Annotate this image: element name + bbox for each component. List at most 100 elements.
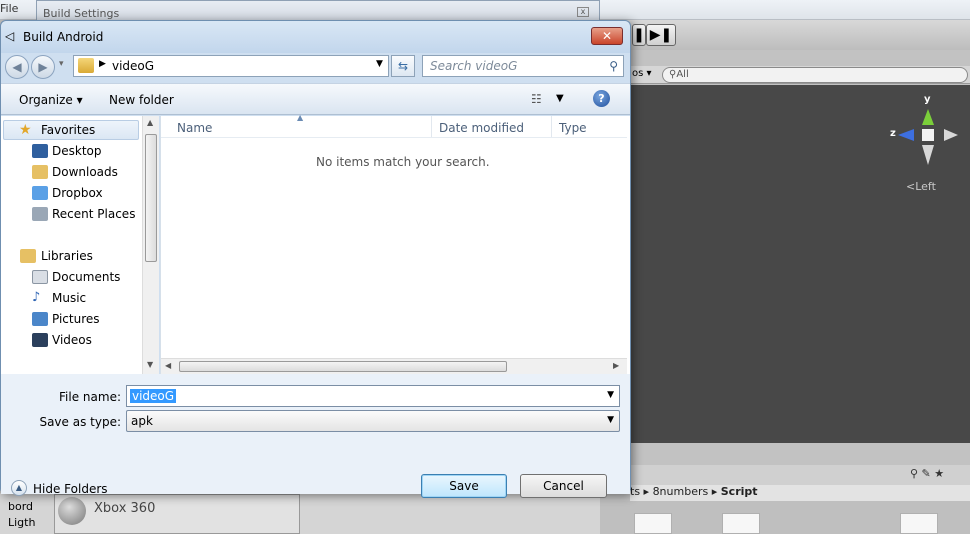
nav-scrollbar[interactable]: ▲ ▼ <box>142 116 159 374</box>
nav-item-pictures[interactable]: Pictures <box>32 309 100 329</box>
chevron-down-icon[interactable]: ▼ <box>556 93 564 104</box>
file-icon[interactable] <box>900 513 938 534</box>
scroll-up-icon[interactable]: ▲ <box>147 118 153 127</box>
view-orientation-label: <Left <box>906 180 936 193</box>
nav-label: Pictures <box>52 312 100 326</box>
libraries-icon <box>20 249 36 263</box>
nav-label: Documents <box>52 270 121 284</box>
nav-label: Libraries <box>41 249 93 263</box>
search-icon: ⚲ <box>609 59 618 73</box>
hide-folders-button[interactable]: Hide Folders <box>33 482 108 496</box>
refresh-icon: ⇆ <box>397 59 409 73</box>
horizontal-scrollbar[interactable]: ◀ ▶ <box>161 358 627 374</box>
nav-libraries[interactable]: Libraries <box>20 246 93 266</box>
search-input[interactable]: Search videoG ⚲ <box>422 55 624 77</box>
sort-arrow-icon: ▲ <box>297 113 304 122</box>
column-divider[interactable] <box>431 116 432 137</box>
breadcrumb-item[interactable]: 8numbers <box>653 485 709 498</box>
unity-toolbar: ❚ ▶❚ <box>600 20 970 50</box>
chevron-down-icon[interactable]: ▼ <box>376 59 383 69</box>
column-divider[interactable] <box>551 116 552 137</box>
gizmo-center-cube[interactable] <box>922 129 934 141</box>
project-breadcrumb: ts ▸ 8numbers ▸ Script <box>630 485 970 501</box>
music-icon: ♪ <box>32 290 41 305</box>
empty-message: No items match your search. <box>316 155 490 169</box>
address-folder[interactable]: videoG <box>112 59 154 73</box>
chevron-down-icon[interactable]: ▼ <box>607 415 614 425</box>
nav-item-videos[interactable]: Videos <box>32 330 92 350</box>
close-icon: ✕ <box>601 29 613 43</box>
chevron-down-icon[interactable]: ▼ <box>607 390 614 400</box>
filter-icons[interactable]: ⚲ ✎ ★ <box>910 467 944 480</box>
column-type[interactable]: Type <box>559 121 587 135</box>
save-button[interactable]: Save <box>421 474 507 498</box>
file-icon[interactable] <box>722 513 760 534</box>
help-icon[interactable]: ? <box>593 90 610 107</box>
gizmo-y-label: y <box>924 94 931 105</box>
new-folder-button[interactable]: New folder <box>109 93 174 107</box>
dialog-title: Build Android <box>23 30 104 44</box>
arrow-right-icon: ▶ <box>38 60 48 74</box>
orientation-gizmo[interactable] <box>890 95 960 175</box>
address-bar[interactable]: ▶ videoG ▼ <box>73 55 389 77</box>
nav-label: Downloads <box>52 165 118 179</box>
nav-item-recent-places[interactable]: Recent Places <box>32 204 135 224</box>
close-icon[interactable]: x <box>577 7 589 17</box>
file-name-field[interactable]: videoG ▼ <box>126 385 620 407</box>
nav-label: Music <box>52 291 87 305</box>
save-as-type-label: Save as type: <box>39 415 121 429</box>
history-dropdown[interactable]: ▾ <box>59 59 64 69</box>
nav-item-downloads[interactable]: Downloads <box>32 162 118 182</box>
file-name-value[interactable]: videoG <box>130 389 177 403</box>
nav-item-music[interactable]: ♪ Music <box>32 288 87 308</box>
scene-view[interactable]: y z <box>600 85 970 443</box>
chevron-up-icon[interactable]: ▲ <box>11 480 27 496</box>
scroll-right-icon[interactable]: ▶ <box>613 361 619 370</box>
nav-label: Videos <box>52 333 92 347</box>
hierarchy-item[interactable]: Ligth <box>8 516 35 529</box>
column-date-modified[interactable]: Date modified <box>439 121 524 135</box>
file-icon[interactable] <box>634 513 672 534</box>
downloads-folder-icon <box>32 165 48 179</box>
breadcrumb-item[interactable]: ts <box>630 485 640 498</box>
platform-item-xbox[interactable] <box>54 494 300 534</box>
menu-file[interactable]: File <box>0 2 18 15</box>
back-button[interactable]: ◀ <box>5 55 29 79</box>
save-options-panel: File name: videoG ▼ Save as type: apk ▼ … <box>1 374 630 498</box>
scene-search-input[interactable]: ⚲All <box>662 67 968 83</box>
breadcrumb-current[interactable]: Script <box>721 485 758 498</box>
column-name[interactable]: Name <box>177 121 212 135</box>
gizmo-down-cone[interactable] <box>922 145 934 165</box>
gizmo-z-cone[interactable] <box>898 129 914 141</box>
gizmo-x-cone[interactable] <box>944 129 958 141</box>
column-header: Name ▲ Date modified Type <box>161 113 627 138</box>
dropbox-icon <box>32 186 48 200</box>
view-options-icon[interactable]: ☷ <box>531 92 542 106</box>
documents-icon <box>32 270 48 284</box>
nav-item-documents[interactable]: Documents <box>32 267 121 287</box>
close-button[interactable]: ✕ <box>591 27 623 45</box>
unity-logo-icon: ◁ <box>5 29 15 43</box>
scroll-left-icon[interactable]: ◀ <box>165 361 171 370</box>
horizontal-scroll-thumb[interactable] <box>179 361 507 372</box>
gizmo-y-cone[interactable] <box>922 109 934 125</box>
scroll-down-icon[interactable]: ▼ <box>147 360 153 369</box>
scene-tab[interactable]: os ▾ <box>632 68 652 79</box>
nav-scroll-thumb[interactable] <box>145 134 157 262</box>
nav-favorites[interactable]: ★ Favorites <box>19 120 95 140</box>
refresh-button[interactable]: ⇆ <box>391 55 415 77</box>
pause-icon[interactable]: ❚ <box>632 24 646 46</box>
nav-item-dropbox[interactable]: Dropbox <box>32 183 103 203</box>
forward-button[interactable]: ▶ <box>31 55 55 79</box>
organize-menu[interactable]: Organize ▾ <box>19 93 83 107</box>
platform-label: Xbox 360 <box>94 501 156 516</box>
xbox-icon <box>58 497 86 525</box>
videos-icon <box>32 333 48 347</box>
cancel-button[interactable]: Cancel <box>520 474 607 498</box>
nav-item-desktop[interactable]: Desktop <box>32 141 102 161</box>
step-icon[interactable]: ▶❚ <box>646 24 676 46</box>
save-as-type-select[interactable]: apk ▼ <box>126 410 620 432</box>
breadcrumb-chevron-icon[interactable]: ▶ <box>99 59 106 69</box>
hierarchy-item[interactable]: bord <box>8 500 33 513</box>
file-name-label: File name: <box>59 390 121 404</box>
